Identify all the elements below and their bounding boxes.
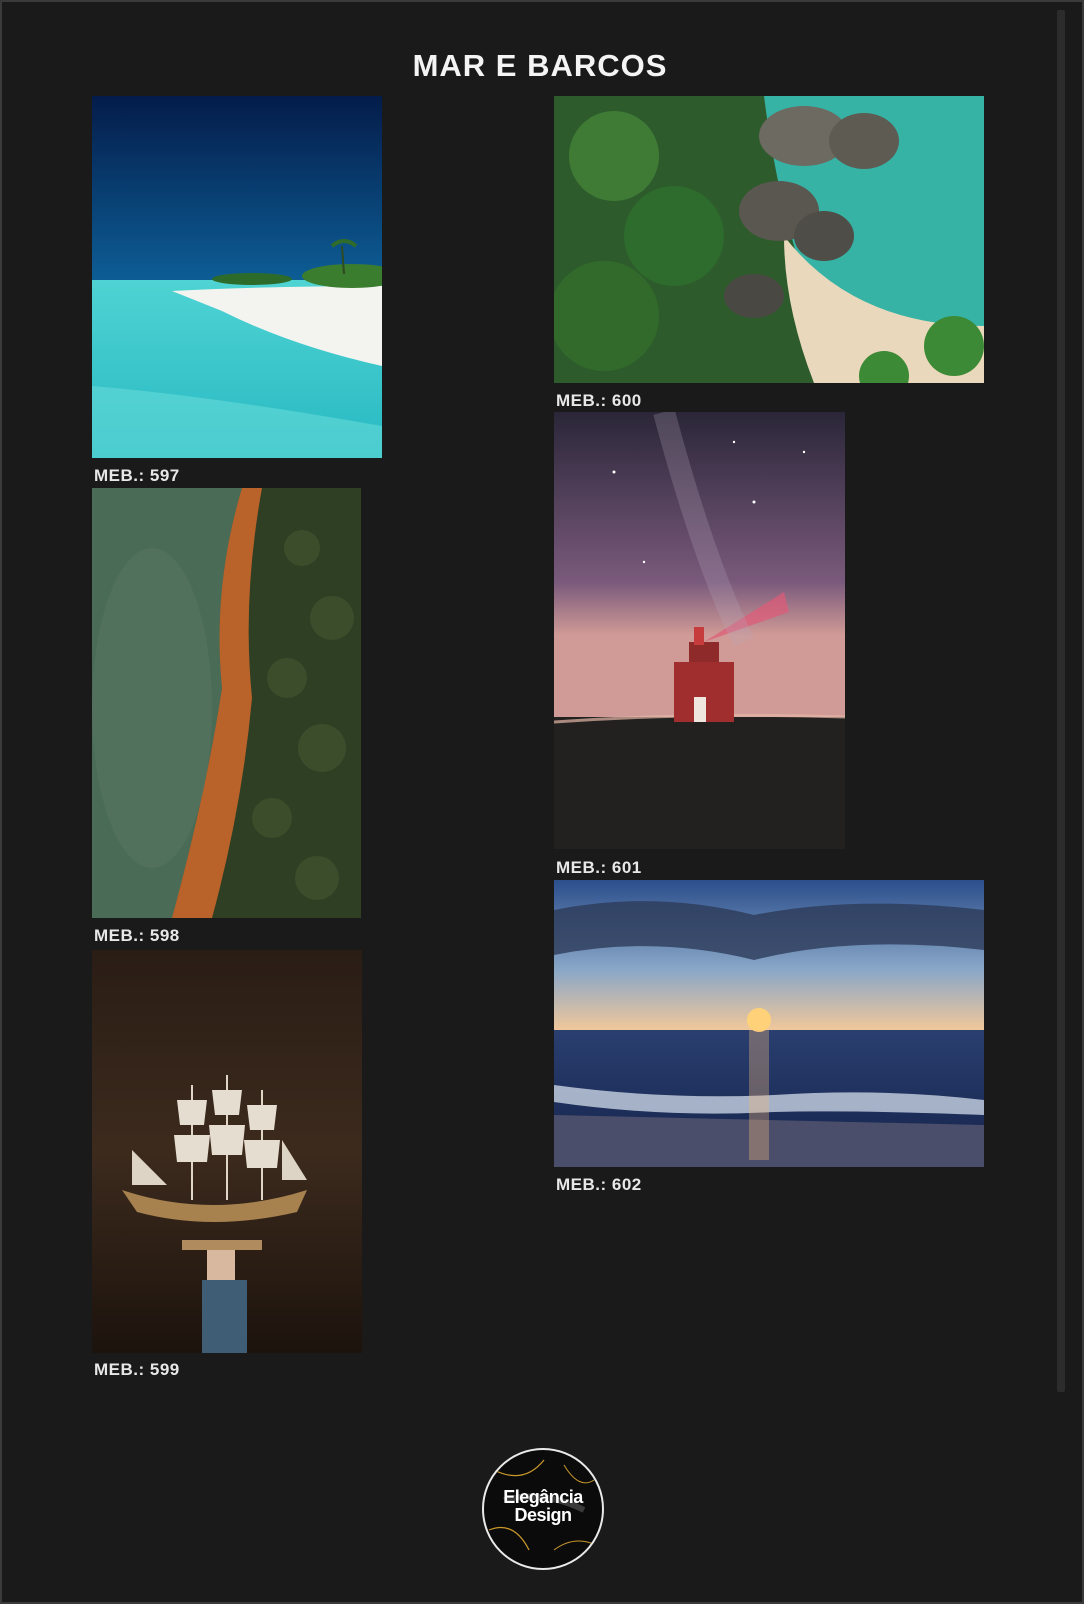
photo-meb-601[interactable] — [554, 412, 845, 849]
caption-meb-600: MEB.: 600 — [556, 391, 642, 410]
brand-logo: Elegância Design — [482, 1448, 604, 1570]
caption-meb-597: MEB.: 597 — [94, 466, 180, 485]
logo-line-2: Design — [514, 1505, 572, 1525]
caption-meb-601: MEB.: 601 — [556, 858, 642, 877]
photo-meb-602[interactable] — [554, 880, 984, 1167]
photo-meb-597[interactable] — [92, 96, 382, 458]
photo-meb-600[interactable] — [554, 96, 984, 383]
photo-meb-598[interactable] — [92, 488, 361, 918]
caption-meb-599: MEB.: 599 — [94, 1360, 180, 1379]
caption-meb-598: MEB.: 598 — [94, 926, 180, 945]
caption-meb-602: MEB.: 602 — [556, 1175, 642, 1194]
catalog-page: MAR E BARCOS MEB.: 597 MEB.: 598 MEB.: 5… — [0, 0, 1084, 1604]
photo-meb-599[interactable] — [92, 950, 362, 1353]
scrollbar-track[interactable] — [1057, 10, 1065, 1392]
page-title: MAR E BARCOS — [412, 48, 668, 83]
